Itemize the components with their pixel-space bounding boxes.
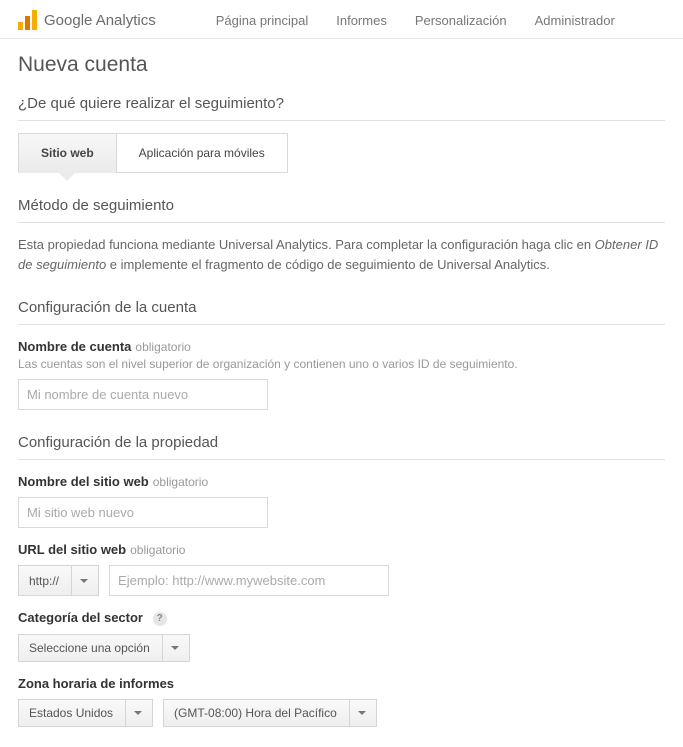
tab-mobile-app[interactable]: Aplicación para móviles	[117, 133, 288, 173]
account-config-heading: Configuración de la cuenta	[18, 299, 665, 325]
required-tag: obligatorio	[130, 543, 185, 557]
top-header: Google Analytics Página principal Inform…	[0, 0, 683, 39]
website-name-input[interactable]	[18, 497, 268, 528]
reporting-timezone-label: Zona horaria de informes	[18, 676, 665, 691]
page-title: Nueva cuenta	[18, 53, 665, 77]
timezone-select[interactable]: (GMT-08:00) Hora del Pacífico	[163, 699, 377, 727]
tracking-method-heading: Método de seguimiento	[18, 197, 665, 223]
required-tag: obligatorio	[135, 340, 190, 354]
top-nav: Página principal Informes Personalizació…	[216, 13, 615, 28]
website-url-input[interactable]	[109, 565, 389, 596]
account-name-input[interactable]	[18, 379, 268, 410]
chevron-down-icon	[358, 711, 366, 715]
chevron-down-icon	[80, 579, 88, 583]
help-icon[interactable]: ?	[153, 612, 167, 626]
brand-logo: Google Analytics	[18, 10, 156, 30]
website-name-label: Nombre del sitio webobligatorio	[18, 474, 665, 489]
property-config-heading: Configuración de la propiedad	[18, 434, 665, 460]
nav-admin[interactable]: Administrador	[535, 13, 615, 28]
chevron-down-icon	[134, 711, 142, 715]
required-tag: obligatorio	[153, 475, 208, 489]
account-name-label: Nombre de cuentaobligatorio	[18, 339, 665, 354]
nav-reports[interactable]: Informes	[336, 13, 387, 28]
nav-home[interactable]: Página principal	[216, 13, 309, 28]
main-content: Nueva cuenta ¿De qué quiere realizar el …	[0, 39, 683, 747]
protocol-select[interactable]: http://	[18, 565, 99, 596]
chevron-down-icon	[171, 646, 179, 650]
nav-customize[interactable]: Personalización	[415, 13, 507, 28]
timezone-country-select[interactable]: Estados Unidos	[18, 699, 153, 727]
account-name-hint: Las cuentas son el nivel superior de org…	[18, 357, 665, 371]
analytics-icon	[18, 10, 38, 30]
industry-category-label: Categoría del sector ?	[18, 610, 665, 626]
tracking-tabs: Sitio web Aplicación para móviles	[18, 133, 665, 173]
tracking-target-heading: ¿De qué quiere realizar el seguimiento?	[18, 95, 665, 121]
website-url-label: URL del sitio webobligatorio	[18, 542, 665, 557]
tracking-method-description: Esta propiedad funciona mediante Univers…	[18, 235, 665, 275]
tab-website[interactable]: Sitio web	[18, 133, 117, 173]
brand-text: Google Analytics	[44, 12, 156, 29]
industry-category-select[interactable]: Seleccione una opción	[18, 634, 190, 662]
